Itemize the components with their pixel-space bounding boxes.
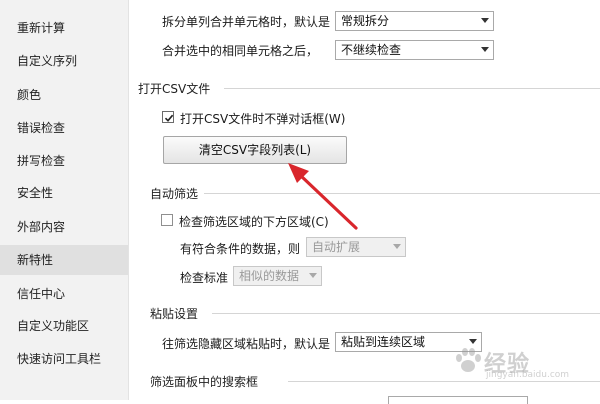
chevron-down-icon bbox=[309, 273, 317, 278]
paste-section-title: 粘贴设置 bbox=[150, 307, 199, 321]
chevron-down-icon bbox=[393, 244, 401, 249]
split-merged-label: 拆分单列合并单元格时，默认是 bbox=[162, 15, 331, 29]
hidden-paste-value: 粘贴到连续区域 bbox=[341, 335, 426, 349]
check-below-range-checkbox[interactable] bbox=[161, 214, 173, 226]
sidebar-item-recalculate[interactable]: 重新计算 bbox=[0, 13, 128, 43]
sidebar-item-spell-check[interactable]: 拼写检查 bbox=[0, 146, 128, 176]
split-merged-select[interactable]: 常规拆分 bbox=[335, 11, 494, 31]
paste-section-divider bbox=[212, 313, 600, 314]
sidebar-item-trust-center[interactable]: 信任中心 bbox=[0, 279, 128, 309]
clear-csv-field-list-button[interactable]: 清空CSV字段列表(L) bbox=[163, 136, 347, 164]
after-merge-label: 合并选中的相同单元格之后， bbox=[162, 44, 319, 58]
baidu-jingyan-watermark: 经验 jingyan.baidu.com bbox=[450, 338, 596, 384]
csv-no-dialog-checkbox[interactable] bbox=[162, 111, 174, 123]
csv-no-dialog-label: 打开CSV文件时不弹对话框(W) bbox=[180, 112, 346, 126]
after-merge-select[interactable]: 不继续检查 bbox=[335, 40, 494, 60]
checkmark-icon bbox=[164, 114, 174, 122]
condition-action-select[interactable]: 自动扩展 bbox=[306, 237, 406, 257]
search-box-select-clipped[interactable] bbox=[388, 396, 528, 404]
sidebar-item-new-features[interactable]: 新特性 bbox=[0, 245, 128, 275]
chevron-down-icon bbox=[481, 47, 489, 52]
csv-section-title: 打开CSV文件 bbox=[138, 82, 211, 96]
criteria-value: 相似的数据 bbox=[239, 269, 300, 283]
sidebar-item-quick-access-toolbar[interactable]: 快速访问工具栏 bbox=[0, 344, 128, 374]
split-merged-value: 常规拆分 bbox=[341, 14, 390, 28]
sidebar-item-customize-ribbon[interactable]: 自定义功能区 bbox=[0, 311, 128, 341]
criteria-select[interactable]: 相似的数据 bbox=[233, 266, 322, 286]
sidebar-item-external-content[interactable]: 外部内容 bbox=[0, 212, 128, 242]
sidebar-item-custom-lists[interactable]: 自定义序列 bbox=[0, 46, 128, 76]
paw-logo-icon bbox=[456, 348, 481, 372]
sidebar-item-security[interactable]: 安全性 bbox=[0, 178, 128, 208]
filter-panel-section-title: 筛选面板中的搜索框 bbox=[150, 375, 259, 389]
condition-action-value: 自动扩展 bbox=[312, 240, 361, 254]
autofilter-section-title: 自动筛选 bbox=[150, 187, 199, 201]
after-merge-value: 不继续检查 bbox=[341, 43, 402, 57]
chevron-down-icon bbox=[481, 18, 489, 23]
criteria-label: 检查标准 bbox=[180, 271, 229, 285]
check-below-range-label: 检查筛选区域的下方区域(C) bbox=[179, 215, 329, 229]
sidebar-item-error-checking[interactable]: 错误检查 bbox=[0, 113, 128, 143]
options-sidebar: 重新计算 自定义序列 颜色 错误检查 拼写检查 安全性 外部内容 新特性 信任中… bbox=[0, 0, 129, 400]
autofilter-section-divider bbox=[204, 193, 600, 194]
csv-section-divider bbox=[224, 88, 600, 89]
sidebar-item-color[interactable]: 颜色 bbox=[0, 80, 128, 110]
condition-data-label: 有符合条件的数据，则 bbox=[180, 242, 301, 256]
watermark-url: jingyan.baidu.com bbox=[486, 370, 570, 380]
hidden-paste-label: 往筛选隐藏区域粘贴时，默认是 bbox=[162, 337, 331, 351]
sidebar-item-clipped[interactable] bbox=[0, 0, 128, 13]
